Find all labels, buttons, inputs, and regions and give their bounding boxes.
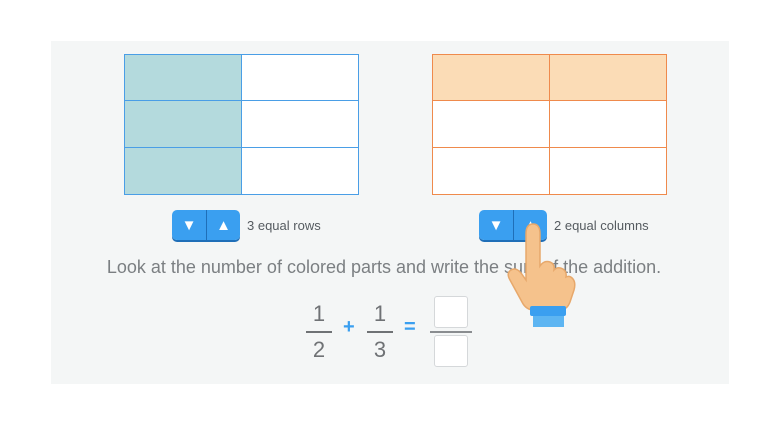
decrease-rows-button[interactable]: ▼ (172, 210, 206, 240)
grid-cell (433, 147, 550, 194)
plus-sign: + (343, 316, 355, 338)
triangle-down-icon: ▼ (181, 216, 197, 234)
grid-cell (549, 147, 666, 194)
fraction-one-third: 1 3 (367, 300, 393, 364)
answer-denominator-input[interactable] (434, 335, 468, 367)
fraction-bar (367, 331, 393, 333)
grid-cell (433, 101, 550, 148)
numerator: 1 (312, 301, 326, 326)
triangle-up-icon: ▲ (216, 216, 231, 234)
denominator: 3 (373, 337, 387, 362)
fraction-model-right (432, 54, 667, 195)
fraction-one-half: 1 2 (306, 300, 332, 364)
fraction-model-left (124, 54, 359, 195)
grid-cell (549, 101, 666, 148)
grid-cell-filled (125, 101, 242, 148)
increase-rows-button[interactable]: ▲ (206, 210, 240, 240)
denominator: 2 (312, 337, 326, 362)
rows-stepper[interactable]: ▼ ▲ (172, 210, 240, 240)
grid-cell-filled (125, 55, 242, 102)
instruction-text: Look at the number of colored parts and … (106, 257, 662, 277)
equals-sign: = (404, 316, 416, 338)
numerator: 1 (373, 301, 387, 326)
rows-label: 3 equal rows (247, 218, 321, 233)
answer-numerator-input[interactable] (434, 296, 468, 328)
grid-cell-filled (549, 55, 666, 102)
grid-cell (241, 55, 358, 102)
answer-fraction-bar (430, 331, 472, 333)
hand-pointer-icon (507, 223, 576, 327)
grid-cell-filled (125, 147, 242, 194)
fraction-bar (306, 331, 332, 333)
grid-cell (241, 101, 358, 148)
grid-cell-filled (433, 55, 550, 102)
grid-cell (241, 147, 358, 194)
